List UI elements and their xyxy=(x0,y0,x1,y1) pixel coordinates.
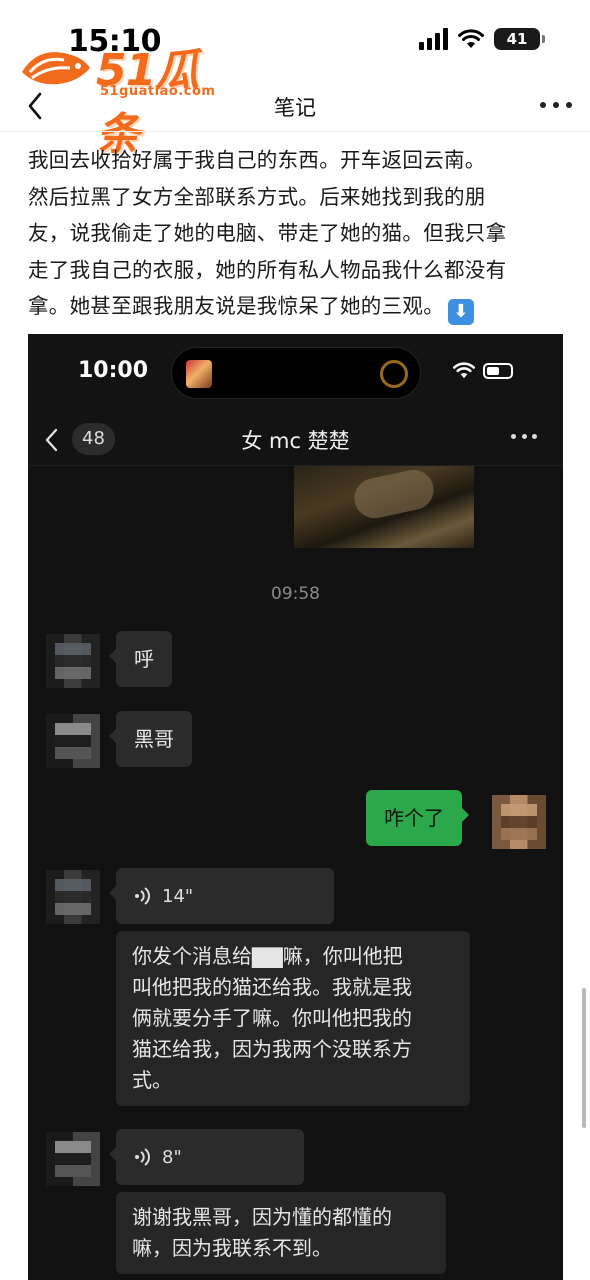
voice-message-bubble[interactable]: 14" xyxy=(109,868,334,924)
voice-transcript: 谢谢我黑哥，因为懂的都懂的 嘛，因为我联系不到。 xyxy=(116,1192,446,1274)
contact-avatar[interactable] xyxy=(46,714,100,768)
image-message[interactable] xyxy=(294,466,474,548)
dynamic-island xyxy=(171,347,421,399)
status-icons: 41 xyxy=(419,28,545,50)
transcript-line: 嘛，因为我联系不到。 xyxy=(132,1236,332,1260)
voice-wave-icon xyxy=(135,1148,150,1166)
inner-status-time: 10:00 xyxy=(78,358,149,383)
note-line: 我回去收拾好属于我自己的东西。开车返回云南。 xyxy=(28,148,486,172)
chat-header: 48 女 mc 楚楚 xyxy=(28,414,563,466)
voice-duration: 8" xyxy=(162,1146,182,1168)
contact-avatar[interactable] xyxy=(46,870,100,924)
playback-ring-icon xyxy=(380,360,408,388)
transcript-line: 谢谢我黑哥，因为懂的都懂的 xyxy=(132,1205,392,1229)
note-line: 然后拉黑了女方全部联系方式。后来她找到我的朋 xyxy=(28,184,486,209)
contact-avatar[interactable] xyxy=(46,1132,100,1186)
chat-more-button[interactable] xyxy=(511,434,537,442)
nav-bar: 笔记 xyxy=(0,80,590,132)
page-title: 笔记 xyxy=(274,96,316,120)
transcript-line: 你发个消息给▇▇嘛，你叫他把 xyxy=(132,944,403,968)
contact-avatar[interactable] xyxy=(46,634,100,688)
note-body: 我回去收拾好属于我自己的东西。开车返回云南。 然后拉黑了女方全部联系方式。后来她… xyxy=(28,142,568,325)
album-art-icon xyxy=(186,360,212,388)
more-dots-icon xyxy=(540,102,546,108)
down-arrow-emoji-icon: ⬇ xyxy=(448,299,474,325)
my-avatar[interactable] xyxy=(492,795,546,849)
chat-timestamp: 09:58 xyxy=(271,584,320,604)
transcript-line: 式。 xyxy=(132,1068,172,1092)
page-scrollbar[interactable] xyxy=(582,988,586,1128)
message-text: 咋个了 xyxy=(384,806,444,830)
message-text: 黑哥 xyxy=(134,727,174,751)
note-line: 拿。她甚至跟我朋友说是我惊呆了她的三观。 ⬇ xyxy=(28,288,568,325)
wifi-icon xyxy=(453,362,475,379)
chat-title: 女 mc 楚楚 xyxy=(241,429,350,453)
inner-status-icons xyxy=(453,362,513,379)
message-text: 呼 xyxy=(134,647,154,671)
voice-message-bubble[interactable]: 8" xyxy=(109,1129,304,1185)
message-bubble-incoming[interactable]: 呼 xyxy=(109,631,172,687)
chat-screenshot-image[interactable]: 10:00 48 女 mc 楚楚 09:58 呼 黑哥 咋个了 14" 你发个消… xyxy=(28,334,563,1280)
inner-status-bar: 10:00 xyxy=(28,334,563,414)
more-button[interactable] xyxy=(540,92,572,118)
transcript-line: 猫还给我，因为我两个没联系方 xyxy=(132,1037,412,1061)
voice-duration: 14" xyxy=(162,885,194,907)
transcript-line: 叫他把我的猫还给我。我就是我 xyxy=(132,975,412,999)
transcript-line: 俩就要分手了嘛。你叫他把我的 xyxy=(132,1006,412,1030)
wifi-icon xyxy=(458,29,484,48)
message-bubble-incoming[interactable]: 黑哥 xyxy=(109,711,192,767)
cellular-signal-icon xyxy=(419,28,448,50)
note-line: 友，说我偷走了她的电脑、带走了她的猫。但我只拿 xyxy=(28,221,507,245)
voice-wave-icon xyxy=(135,887,150,905)
message-bubble-outgoing[interactable]: 咋个了 xyxy=(366,790,469,846)
voice-transcript: 你发个消息给▇▇嘛，你叫他把 叫他把我的猫还给我。我就是我 俩就要分手了嘛。你叫… xyxy=(116,931,470,1106)
note-line: 走了我自己的衣服，她的所有私人物品我什么都没有 xyxy=(28,257,507,282)
battery-icon: 41 xyxy=(494,28,545,50)
battery-icon xyxy=(483,362,513,379)
